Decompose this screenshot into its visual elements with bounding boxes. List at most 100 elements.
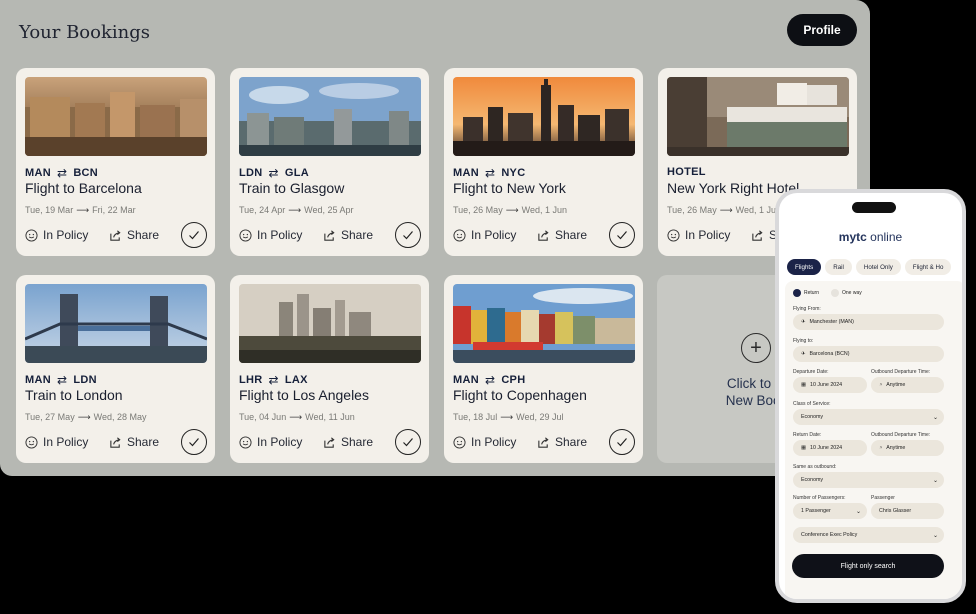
class-select[interactable]: Economy ⌄ [793,409,944,425]
flying-to-label: Flying to: [793,338,814,344]
page-title: Your Bookings [19,22,150,43]
check-icon [189,231,199,240]
tab-flight-hotel[interactable]: Flight & Ho [904,259,952,275]
plane-takeoff-icon: ✈ [801,319,806,325]
policy-status: In Policy [25,435,88,449]
calendar-icon: ▦ [801,382,807,388]
policy-status: In Policy [453,228,516,242]
share-icon [110,436,121,448]
check-icon [403,231,413,240]
clock-icon: ◔ [879,382,883,388]
share-button[interactable]: Share [323,228,373,242]
passenger-count-select[interactable]: 1 Passenger ⌄ [793,503,867,519]
return-label: Return Date: [793,432,822,438]
chevron-down-icon: ⌄ [932,532,938,539]
booking-card[interactable]: MAN ⇄ LDN Train to London Tue, 27 May ⟶ Wed,… [16,275,215,463]
share-button[interactable]: Share [109,228,159,242]
confirm-button[interactable] [181,429,207,455]
pax-label: Number of Passengers: [793,495,846,501]
share-button[interactable]: Share [537,435,587,449]
passenger-name-field[interactable]: Chris Glasser [871,503,944,519]
flying-from-field[interactable]: ✈ Manchester (MAN) [793,314,944,330]
clock-icon: ◔ [879,445,883,451]
tab-hotel-only[interactable]: Hotel Only [855,259,901,275]
departure-date-field[interactable]: ▦ 10 June 2024 [793,377,867,393]
swap-icon: ⇄ [484,166,496,180]
booking-card[interactable]: MAN ⇄ NYC Flight to New York Tue, 26 May ⟶ W… [444,68,643,256]
smile-icon [25,435,38,449]
outbound-time-field[interactable]: ◔ Anytime [871,377,944,393]
booking-dates: Tue, 26 May ⟶ Wed, 1 Jun [667,205,781,215]
share-button[interactable]: Share [537,228,587,242]
flight-search-button[interactable]: Flight only search [792,554,944,578]
passenger-label: Passenger [871,495,895,501]
booking-dates: Tue, 19 Mar ⟶ Fri, 22 Mar [25,205,136,215]
return-class-select[interactable]: Economy ⌄ [793,472,944,488]
share-icon [538,229,549,241]
flying-from-label: Flying From: [793,306,821,312]
calendar-icon: ▦ [801,445,807,451]
smile-icon [239,435,252,449]
booking-card[interactable]: MAN ⇄ CPH Flight to Copenhagen Tue, 18 Jul… [444,275,643,463]
arrow-right-icon: ⟶ [76,205,90,215]
bookings-panel: Your Bookings Profile MAN ⇄ BCN Flight to … [0,0,870,476]
return-time-field[interactable]: ◔ Anytime [871,440,944,456]
share-button[interactable]: Share [323,435,373,449]
share-icon [324,436,335,448]
swap-icon: ⇄ [484,373,496,387]
arrow-right-icon: ⟶ [500,412,514,422]
booking-dates: Tue, 18 Jul ⟶ Wed, 29 Jul [453,412,564,422]
arrow-right-icon: ⟶ [719,205,733,215]
booking-type-tabs: Flights Rail Hotel Only Flight & Ho [787,259,962,275]
swap-icon: ⇄ [268,373,279,387]
chevron-down-icon: ⌄ [932,477,938,484]
flying-to-field[interactable]: ✈ Barcelona (BCN) [793,346,944,362]
phone-notch [852,202,896,213]
tab-rail[interactable]: Rail [825,259,852,275]
class-label: Class of Service: [793,401,831,407]
confirm-button[interactable] [609,429,635,455]
booking-dates: Tue, 26 May ⟶ Wed, 1 Jun [453,205,567,215]
share-button[interactable]: Share [109,435,159,449]
booking-card[interactable]: LHR ⇄ LAX Flight to Los Angeles Tue, 04 Ju… [230,275,429,463]
return-date-field[interactable]: ▦ 10 June 2024 [793,440,867,456]
booking-card[interactable]: LDN ⇄ GLA Train to Glasgow Tue, 24 Apr ⟶ Wed… [230,68,429,256]
booking-photo [239,284,421,363]
check-icon [189,438,199,447]
profile-button[interactable]: Profile [787,14,857,46]
booking-dates: Tue, 27 May ⟶ Wed, 28 May [25,412,147,422]
confirm-button[interactable] [609,222,635,248]
booking-title: Flight to Barcelona [25,180,142,196]
policy-status: In Policy [667,228,730,242]
smile-icon [25,228,38,242]
route-codes: LDN ⇄ GLA [239,166,309,180]
share-icon [538,436,549,448]
route-codes: LHR ⇄ LAX [239,373,308,387]
booking-title: Train to London [25,387,123,403]
oneway-radio[interactable]: One way [831,289,862,297]
policy-status: In Policy [25,228,88,242]
share-icon [110,229,121,241]
booking-title: Flight to Copenhagen [453,387,587,403]
booking-photo [453,77,635,156]
confirm-button[interactable] [395,222,421,248]
booking-card[interactable]: MAN ⇄ BCN Flight to Barcelona Tue, 19 Mar ⟶… [16,68,215,256]
policy-select[interactable]: Conference Exec Policy ⌄ [793,527,944,543]
arrow-right-icon: ⟶ [77,412,91,422]
check-icon [617,231,627,240]
tab-flights[interactable]: Flights [787,259,822,275]
confirm-button[interactable] [181,222,207,248]
booking-dates: Tue, 24 Apr ⟶ Wed, 25 Apr [239,205,354,215]
booking-photo [25,77,207,156]
plane-landing-icon: ✈ [801,351,806,357]
booking-photo [453,284,635,363]
smile-icon [453,228,466,242]
return-radio[interactable]: Return [793,289,819,297]
confirm-button[interactable] [395,429,421,455]
plus-icon: + [741,333,771,363]
check-icon [617,438,627,447]
share-button[interactable]: S [751,228,777,242]
booking-title: Flight to New York [453,180,566,196]
phone-mockup: mytc online Flights Rail Hotel Only Flig… [775,189,966,603]
departure-label: Departure Date: [793,369,829,375]
